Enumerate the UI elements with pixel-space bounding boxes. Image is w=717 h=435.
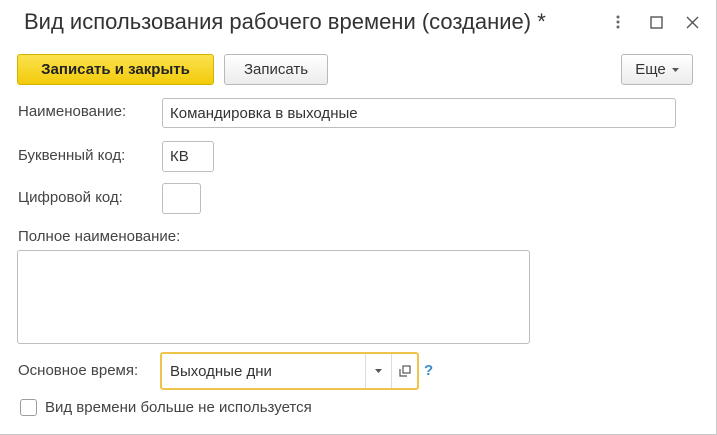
letter-code-value: КВ: [170, 148, 189, 165]
dropdown-arrow-icon: [671, 67, 679, 72]
unused-label[interactable]: Вид времени больше не используется: [45, 399, 312, 416]
letter-code-label: Буквенный код:: [18, 147, 126, 164]
dropdown-arrow-icon[interactable]: [365, 354, 391, 388]
more-vertical-icon[interactable]: [606, 10, 630, 34]
unused-checkbox[interactable]: [20, 399, 37, 416]
full-name-label: Полное наименование:: [18, 228, 181, 245]
main-time-label: Основное время:: [18, 362, 139, 379]
close-icon[interactable]: [680, 10, 704, 34]
more-button[interactable]: Еще: [621, 54, 693, 85]
more-button-label: Еще: [635, 61, 666, 78]
form-window: Вид использования рабочего времени (созд…: [0, 0, 717, 435]
save-button[interactable]: Записать: [224, 54, 328, 85]
letter-code-input[interactable]: КВ: [162, 141, 214, 172]
main-time-select[interactable]: Выходные дни: [160, 352, 419, 390]
digit-code-input[interactable]: [162, 183, 201, 214]
name-label: Наименование:: [18, 103, 127, 120]
name-input[interactable]: Командировка в выходные: [162, 98, 676, 128]
digit-code-label: Цифровой код:: [18, 189, 123, 206]
open-item-icon[interactable]: [391, 354, 417, 388]
full-name-textarea[interactable]: [17, 250, 530, 344]
window-title: Вид использования рабочего времени (созд…: [24, 9, 546, 34]
main-time-value: Выходные дни: [170, 362, 272, 380]
name-value: Командировка в выходные: [170, 104, 358, 122]
save-and-close-button[interactable]: Записать и закрыть: [17, 54, 214, 85]
help-icon[interactable]: ?: [424, 362, 433, 379]
maximize-icon[interactable]: [644, 10, 668, 34]
